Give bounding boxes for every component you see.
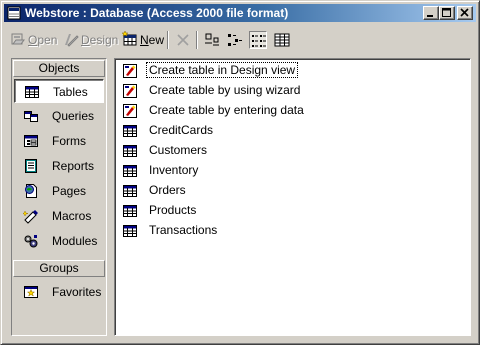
groups-header-button[interactable]: Groups: [13, 260, 105, 277]
table-icon: [24, 84, 40, 100]
list-view-button[interactable]: [249, 31, 267, 49]
database-icon[interactable]: [7, 6, 21, 20]
new-label: New: [140, 33, 165, 47]
table-icon: [122, 163, 138, 179]
objects-item-modules[interactable]: Modules: [14, 229, 104, 253]
open-button[interactable]: Open: [10, 29, 57, 51]
database-window: Webstore : Database (Access 2000 file fo…: [0, 0, 480, 345]
object-list: Create table in Design view Create table…: [114, 58, 471, 336]
objects-item-label: Macros: [52, 209, 92, 223]
list-item-label: Products: [149, 203, 197, 217]
objects-item-label: Reports: [52, 159, 95, 173]
list-item-label: CreditCards: [149, 123, 214, 137]
page-icon: [23, 183, 39, 199]
design-label: Design: [81, 33, 119, 47]
macro-icon: [22, 208, 39, 224]
table-icon: [122, 183, 138, 199]
objects-item-tables[interactable]: Tables: [14, 79, 104, 103]
details-view-button[interactable]: [273, 31, 291, 49]
objects-bar: Objects Tables Queries Forms Reports Pag…: [11, 58, 107, 336]
query-icon: [23, 108, 39, 124]
objects-item-label: Modules: [52, 234, 98, 248]
objects-item-label: Queries: [52, 109, 95, 123]
objects-item-pages[interactable]: Pages: [14, 179, 104, 203]
objects-header-button[interactable]: Objects: [13, 60, 105, 77]
delete-button[interactable]: [174, 31, 192, 49]
large-icons-view-button[interactable]: [203, 31, 221, 49]
small-icons-view-button[interactable]: [226, 31, 244, 49]
module-icon: [23, 233, 39, 249]
list-item-label: Create table by using wizard: [149, 83, 301, 97]
maximize-button[interactable]: [439, 6, 455, 20]
open-label: Open: [28, 33, 58, 47]
list-item-label: Transactions: [149, 223, 218, 237]
minimize-button[interactable]: [423, 6, 439, 20]
toolbar-separator: [196, 31, 198, 49]
list-item-label: Create table by entering data: [149, 103, 304, 117]
objects-item-label: Tables: [53, 85, 88, 99]
new-button[interactable]: New: [121, 29, 165, 51]
list-item-label: Inventory: [149, 163, 199, 177]
list-item-label: Orders: [149, 183, 186, 197]
new-table-icon: [121, 29, 138, 50]
toolbar-separator: [167, 31, 169, 49]
wizard-shortcut-icon: [122, 103, 138, 119]
design-button[interactable]: Design: [63, 29, 118, 51]
list-item-label: Customers: [149, 143, 208, 157]
close-button[interactable]: [457, 6, 473, 20]
objects-item-queries[interactable]: Queries: [14, 104, 104, 128]
report-icon: [23, 158, 39, 174]
objects-item-reports[interactable]: Reports: [14, 154, 104, 178]
table-icon: [122, 203, 138, 219]
objects-item-macros[interactable]: Macros: [14, 204, 104, 228]
table-icon: [122, 143, 138, 159]
objects-item-label: Pages: [52, 184, 87, 198]
open-icon: [10, 31, 26, 50]
list-item-label: Create table in Design view: [145, 62, 299, 78]
objects-item-label: Forms: [52, 134, 86, 148]
groups-item-label: Favorites: [52, 285, 102, 299]
form-icon: [23, 133, 39, 149]
groups-item-favorites[interactable]: Favorites: [14, 280, 104, 304]
favorites-icon: [23, 284, 39, 300]
title-bar[interactable]: Webstore : Database (Access 2000 file fo…: [4, 4, 476, 22]
wizard-shortcut-icon: [122, 63, 138, 79]
wizard-shortcut-icon: [122, 83, 138, 99]
objects-item-forms[interactable]: Forms: [14, 129, 104, 153]
window-title: Webstore : Database (Access 2000 file fo…: [25, 6, 289, 20]
database-toolbar: Open Design New: [4, 25, 476, 53]
table-icon: [122, 123, 138, 139]
design-icon: [63, 31, 79, 50]
table-icon: [122, 223, 138, 239]
